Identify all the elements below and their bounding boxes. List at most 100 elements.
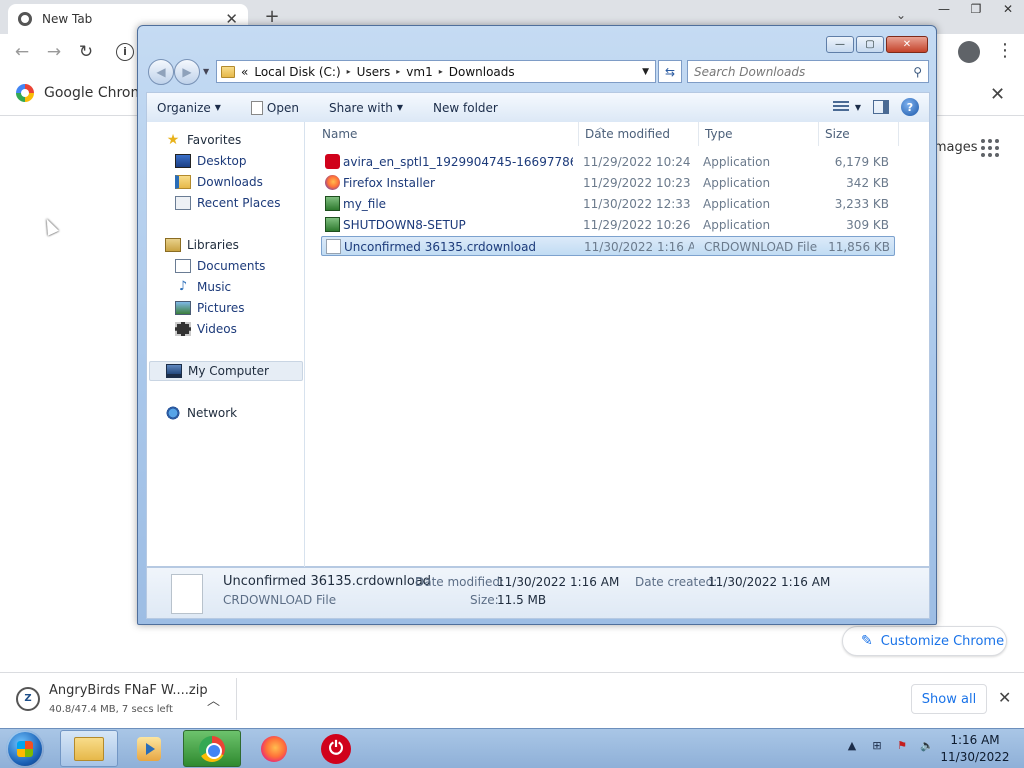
- download-options-chevron-icon[interactable]: ︿: [207, 690, 220, 709]
- breadcrumb-downloads[interactable]: Downloads: [449, 65, 515, 79]
- firefox-icon: [261, 735, 287, 762]
- breadcrumb-local-disk[interactable]: Local Disk (C:): [254, 65, 340, 79]
- show-all-button[interactable]: Show all: [911, 684, 987, 714]
- search-icon[interactable]: ⚲: [913, 65, 928, 79]
- open-button[interactable]: Open: [229, 92, 307, 123]
- view-dropdown-icon[interactable]: ▼: [855, 103, 861, 112]
- explorer-close-button[interactable]: ✕: [886, 36, 928, 53]
- column-header-date-modified[interactable]: Date modified: [579, 122, 699, 146]
- file-size: 11,856 KB: [828, 240, 890, 254]
- nav-downloads[interactable]: Downloads: [175, 175, 263, 189]
- search-placeholder: Search Downloads: [694, 64, 806, 79]
- explorer-back-button[interactable]: ◀: [148, 59, 174, 85]
- zip-file-icon[interactable]: Z: [16, 687, 40, 711]
- taskbar-media-player[interactable]: [120, 730, 178, 767]
- new-tab-button[interactable]: +: [262, 6, 282, 27]
- reload-icon[interactable]: ↻: [74, 42, 98, 62]
- nav-libraries[interactable]: Libraries: [165, 238, 239, 252]
- nav-label: Libraries: [187, 238, 239, 252]
- breadcrumb-overflow[interactable]: «: [241, 65, 248, 79]
- address-dropdown-icon[interactable]: ▼: [642, 67, 655, 77]
- volume-icon[interactable]: 🔈: [919, 738, 935, 752]
- new-folder-button[interactable]: New folder: [411, 92, 506, 123]
- details-file-name: Unconfirmed 36135.crdownload: [223, 574, 432, 589]
- firefox-icon: [325, 175, 340, 190]
- recent-pages-dropdown-icon[interactable]: ▼: [203, 67, 209, 76]
- address-bar[interactable]: « Local Disk (C:) ▸ Users ▸ vm1 ▸ Downlo…: [216, 60, 656, 83]
- breadcrumb-vm1[interactable]: vm1: [406, 65, 432, 79]
- details-date-created-label: Date created:: [635, 575, 718, 589]
- tab-search-chevron-icon[interactable]: ⌄: [896, 8, 906, 22]
- chrome-minimize-button[interactable]: —: [928, 0, 960, 18]
- nav-label: Desktop: [197, 154, 247, 168]
- nav-recent-places[interactable]: Recent Places: [175, 196, 280, 210]
- explorer-forward-button[interactable]: ▶: [174, 59, 200, 85]
- nav-pictures[interactable]: Pictures: [175, 301, 245, 315]
- column-header-size[interactable]: Size: [819, 122, 899, 146]
- file-row-avira[interactable]: avira_en_sptl1_1929904745-1669778647__..…: [321, 152, 895, 172]
- file-list: Name ︿ Date modified Type Size avira_en_…: [305, 122, 931, 567]
- site-info-icon[interactable]: i: [116, 43, 134, 61]
- column-header-name[interactable]: Name: [305, 122, 579, 146]
- network-tray-icon[interactable]: ⊞: [869, 738, 885, 752]
- music-icon: ♪: [178, 279, 188, 294]
- customize-chrome-button[interactable]: ✎ Customize Chrome: [842, 626, 1007, 656]
- nav-favorites[interactable]: ★ Favorites: [165, 133, 242, 147]
- bookmark-google-chrome[interactable]: Google Chrome: [16, 84, 153, 102]
- ntp-images-link[interactable]: Images: [930, 140, 978, 155]
- nav-documents[interactable]: Documents: [175, 259, 265, 273]
- nav-desktop[interactable]: Desktop: [175, 154, 247, 168]
- file-row-unconfirmed-crdownload[interactable]: Unconfirmed 36135.crdownload 11/30/2022 …: [321, 236, 895, 256]
- explorer-maximize-button[interactable]: ▢: [856, 36, 884, 53]
- back-arrow-icon[interactable]: ←: [10, 42, 34, 62]
- file-row-firefox-installer[interactable]: Firefox Installer 11/29/2022 10:23 ... A…: [321, 173, 895, 193]
- chrome-close-button[interactable]: ✕: [992, 0, 1024, 18]
- help-icon[interactable]: ?: [901, 98, 919, 116]
- setup-app-icon: [325, 217, 340, 232]
- taskbar-explorer[interactable]: [60, 730, 118, 767]
- download-file-name[interactable]: AngryBirds FNaF W....zip: [49, 683, 208, 698]
- start-button[interactable]: [6, 730, 44, 768]
- breadcrumb-separator-icon[interactable]: ▸: [396, 67, 400, 76]
- file-type: Application: [703, 155, 771, 169]
- breadcrumb-separator-icon[interactable]: ▸: [347, 67, 351, 76]
- search-input[interactable]: Search Downloads ⚲: [687, 60, 929, 83]
- action-center-flag-icon[interactable]: ⚑: [894, 738, 910, 752]
- file-date: 11/29/2022 10:26 ...: [583, 218, 693, 232]
- breadcrumb-users[interactable]: Users: [357, 65, 391, 79]
- file-row-my-file[interactable]: my_file 11/30/2022 12:33 ... Application…: [321, 194, 895, 214]
- share-with-button[interactable]: Share with ▼: [307, 92, 411, 123]
- nav-my-computer[interactable]: My Computer: [149, 361, 303, 381]
- breadcrumb-separator-icon[interactable]: ▸: [439, 67, 443, 76]
- taskbar-firefox[interactable]: [245, 730, 303, 767]
- nav-network[interactable]: Network: [165, 406, 237, 420]
- avira-app-icon: [325, 154, 340, 169]
- organize-button[interactable]: Organize ▼: [147, 92, 229, 123]
- taskbar-shutdown[interactable]: ⏻: [307, 730, 365, 767]
- apps-grid-icon[interactable]: [981, 139, 999, 157]
- column-header-type[interactable]: Type: [699, 122, 819, 146]
- forward-arrow-icon[interactable]: →: [42, 42, 66, 62]
- tray-expand-icon[interactable]: ▲: [844, 738, 860, 752]
- change-view-icon[interactable]: [832, 101, 849, 113]
- nav-music[interactable]: ♪ Music: [175, 279, 231, 295]
- downloads-folder-icon: [175, 175, 191, 189]
- download-shelf-close-icon[interactable]: ✕: [998, 688, 1011, 707]
- explorer-window-controls: — ▢ ✕: [826, 36, 928, 53]
- bookmark-bar-close-icon[interactable]: ✕: [990, 84, 1005, 105]
- profile-avatar-icon[interactable]: [958, 41, 980, 63]
- folder-icon: [221, 65, 235, 78]
- details-pane: Unconfirmed 36135.crdownload CRDOWNLOAD …: [146, 567, 930, 619]
- explorer-minimize-button[interactable]: —: [826, 36, 854, 53]
- file-name: SHUTDOWN8-SETUP: [343, 218, 466, 232]
- taskbar-clock[interactable]: 1:16 AM 11/30/2022: [940, 732, 1010, 766]
- clock-date: 11/30/2022: [940, 750, 1010, 764]
- taskbar-chrome[interactable]: [183, 730, 241, 767]
- file-date: 11/30/2022 1:16 AM: [584, 240, 694, 254]
- chrome-restore-button[interactable]: ❐: [960, 0, 992, 18]
- nav-videos[interactable]: Videos: [175, 322, 237, 336]
- refresh-icon[interactable]: ⇆: [658, 60, 682, 83]
- chrome-menu-icon[interactable]: ⋮: [996, 40, 1014, 61]
- preview-pane-icon[interactable]: [873, 100, 889, 114]
- file-row-shutdown8-setup[interactable]: SHUTDOWN8-SETUP 11/29/2022 10:26 ... App…: [321, 215, 895, 235]
